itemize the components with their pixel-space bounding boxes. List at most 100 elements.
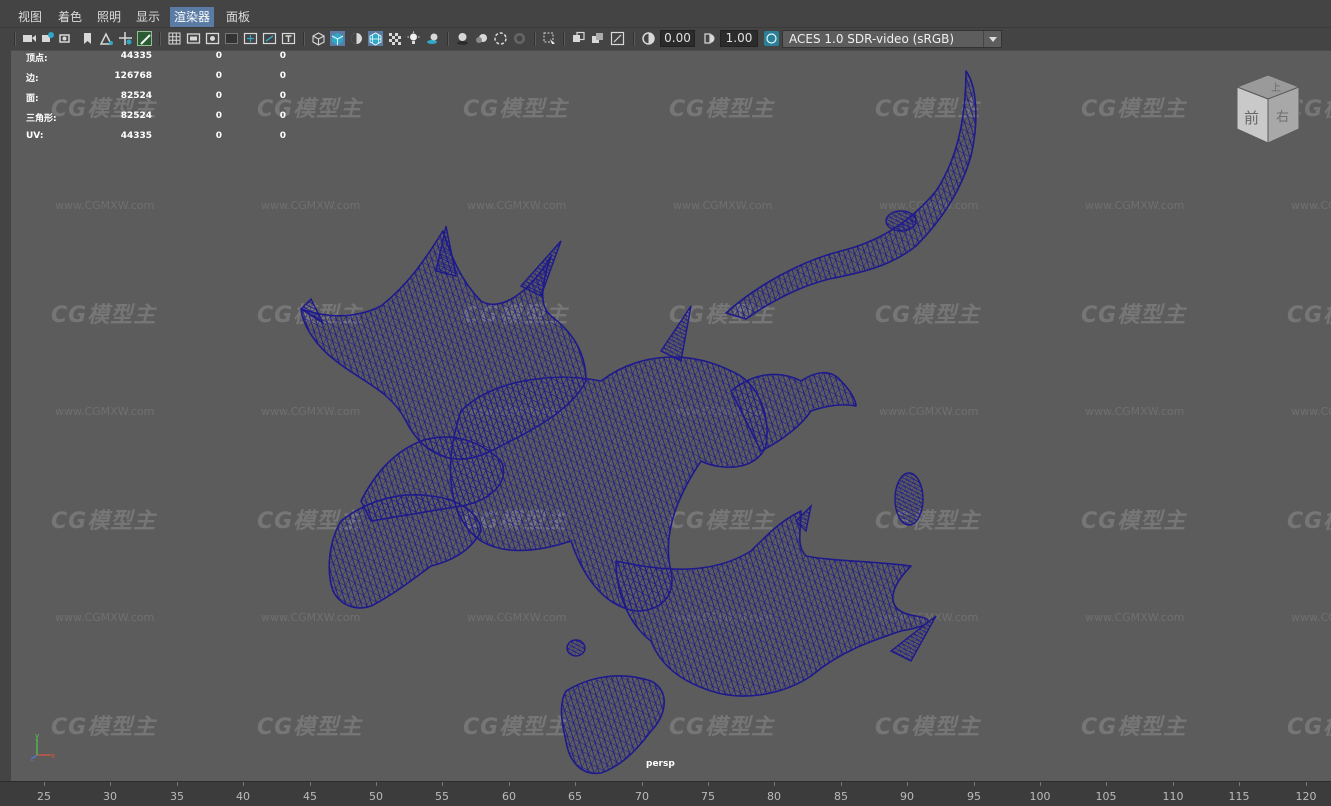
toolbar-separator <box>159 32 161 46</box>
time-tick <box>1306 782 1307 786</box>
toolbar-separator <box>633 32 635 46</box>
time-tick <box>575 782 576 786</box>
menu-view[interactable]: 视图 <box>14 7 46 27</box>
time-tick-label: 45 <box>303 790 317 803</box>
view-transform-value: ACES 1.0 SDR-video (sRGB) <box>789 32 955 46</box>
time-tick-label: 40 <box>236 790 250 803</box>
time-tick-label: 60 <box>502 790 516 803</box>
time-tick <box>774 782 775 786</box>
left-panel-strip <box>0 50 11 781</box>
chevron-down-icon <box>983 31 1001 47</box>
textured-icon[interactable] <box>387 31 402 46</box>
time-tick-label: 85 <box>834 790 848 803</box>
time-tick <box>1173 782 1174 786</box>
xform-icon[interactable] <box>118 31 133 46</box>
screen-space-ao-icon[interactable] <box>455 31 470 46</box>
xray-joints-icon[interactable] <box>590 31 605 46</box>
time-tick-label: 75 <box>701 790 715 803</box>
wireframe-on-shaded-icon[interactable] <box>368 31 383 46</box>
camera-select-icon[interactable] <box>22 31 37 46</box>
floating-mesh-piece <box>566 639 586 657</box>
time-tick <box>642 782 643 786</box>
time-tick-label: 70 <box>635 790 649 803</box>
pencil-icon[interactable] <box>137 31 152 46</box>
toolbar-separator <box>303 32 305 46</box>
axis-gizmo: y x z <box>31 732 55 761</box>
time-tick-label: 25 <box>37 790 51 803</box>
dragon-spike <box>659 305 692 363</box>
panel-menubar: 视图 着色 照明 显示 渲染器 面板 <box>0 0 1331 28</box>
safe-action-icon[interactable] <box>262 31 277 46</box>
isolate-select-icon[interactable] <box>542 31 557 46</box>
toolbar-separator <box>447 32 449 46</box>
gamma-field[interactable]: 1.00 <box>720 30 758 47</box>
menu-lighting[interactable]: 照明 <box>93 7 125 27</box>
time-tick-label: 95 <box>967 790 981 803</box>
safe-title-icon[interactable] <box>281 31 296 46</box>
hud-row-vertices: 顶点: 44335 0 0 <box>26 51 286 64</box>
dragon-tail <box>725 70 977 320</box>
motion-blur-icon[interactable] <box>474 31 489 46</box>
menu-shading[interactable]: 着色 <box>54 7 86 27</box>
grid-icon[interactable] <box>167 31 182 46</box>
exposure-icon[interactable] <box>641 31 656 46</box>
time-tick <box>1040 782 1041 786</box>
panel-toolbar: 0.00 1.00 ACES 1.0 SDR-video (sRGB) <box>0 28 1331 50</box>
floating-mesh-piece <box>885 210 917 232</box>
bookmark-icon[interactable] <box>59 31 74 46</box>
wireframe-icon[interactable] <box>311 31 326 46</box>
toolbar-separator <box>14 32 16 46</box>
film-gate-icon[interactable] <box>186 31 201 46</box>
use-all-lights-icon[interactable] <box>406 31 421 46</box>
floating-mesh-piece <box>894 472 924 526</box>
time-tick <box>110 782 111 786</box>
grease-pencil-icon[interactable] <box>99 31 114 46</box>
view-cube-front-label: 前 <box>1244 109 1259 127</box>
gate-mask-icon[interactable] <box>224 31 239 46</box>
axis-y-label: y <box>35 732 39 740</box>
menu-show[interactable]: 显示 <box>132 7 164 27</box>
gamma-icon[interactable] <box>702 31 717 46</box>
time-tick-label: 80 <box>767 790 781 803</box>
menu-renderer[interactable]: 渲染器 <box>170 7 215 27</box>
time-slider[interactable]: 25 30 35 40 45 50 55 60 65 70 75 80 85 90 95 100 105 110 1… <box>0 781 1331 806</box>
anti-aliasing-icon[interactable] <box>493 31 508 46</box>
axis-x-label: x <box>51 752 55 760</box>
axis-z-label: z <box>31 755 34 761</box>
time-tick-label: 90 <box>900 790 914 803</box>
time-tick <box>177 782 178 786</box>
time-tick-label: 100 <box>1029 790 1051 803</box>
color-management-icon[interactable] <box>764 31 779 46</box>
view-transform-dropdown[interactable]: ACES 1.0 SDR-video (sRGB) <box>782 30 1002 48</box>
shadows-icon[interactable] <box>425 31 440 46</box>
exposure-field[interactable]: 0.00 <box>660 30 695 47</box>
dragon-wireframe-model[interactable] <box>11 51 1331 781</box>
view-cube-top-label: 上 <box>1271 82 1281 94</box>
time-tick-label: 50 <box>369 790 383 803</box>
time-tick <box>442 782 443 786</box>
menu-panels[interactable]: 面板 <box>222 7 254 27</box>
depth-of-field-icon[interactable] <box>512 31 527 46</box>
toolbar-separator <box>563 32 565 46</box>
time-tick <box>974 782 975 786</box>
time-tick <box>509 782 510 786</box>
time-tick-label: 55 <box>435 790 449 803</box>
default-material-icon[interactable] <box>349 31 364 46</box>
view-cube[interactable]: 上 前 右 <box>1233 73 1303 145</box>
poly-count-hud: 顶点: 44335 0 0 边: 126768 0 0 面: 82524 0 0 三角形: 8252… <box>26 51 296 151</box>
time-tick <box>1106 782 1107 786</box>
time-tick-label: 105 <box>1095 790 1117 803</box>
image-plane-icon[interactable] <box>80 31 95 46</box>
camera-attributes-icon[interactable] <box>40 31 55 46</box>
dragon-spike <box>519 240 562 297</box>
time-tick-label: 65 <box>568 790 582 803</box>
3d-viewport[interactable]: CG模型主 CG模型主 CG模型主 CG模型主 www.CGMXW.com www.CGM… <box>11 50 1331 781</box>
time-tick-label: 115 <box>1228 790 1250 803</box>
xray-active-icon[interactable] <box>610 31 625 46</box>
xray-icon[interactable] <box>571 31 586 46</box>
resolution-gate-icon[interactable] <box>205 31 220 46</box>
time-tick <box>243 782 244 786</box>
smooth-shade-icon[interactable] <box>330 31 345 46</box>
field-chart-icon[interactable] <box>243 31 258 46</box>
time-tick <box>708 782 709 786</box>
